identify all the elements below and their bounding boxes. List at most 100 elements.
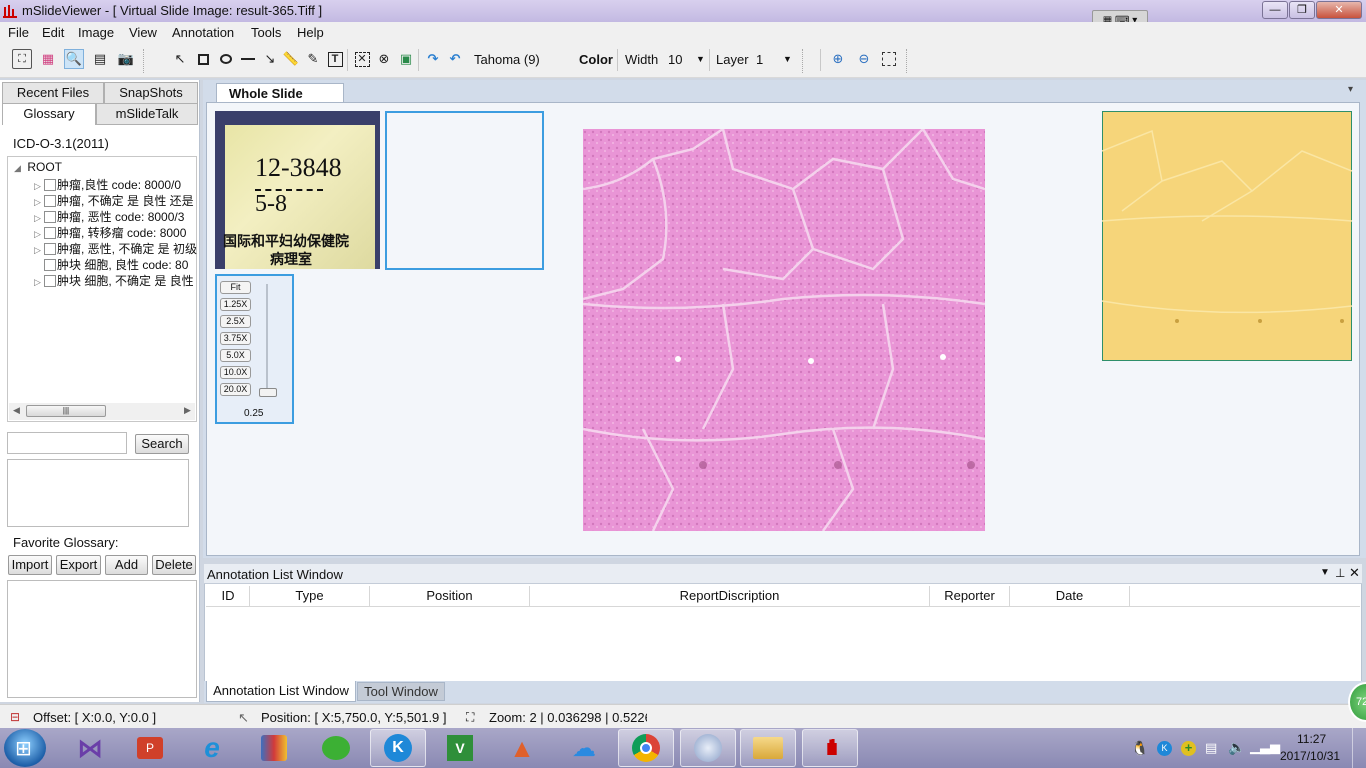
- zoom-1-25x-button[interactable]: 1.25X: [220, 298, 251, 311]
- clear-all-icon[interactable]: ⊗: [374, 49, 394, 69]
- tab-tool-window[interactable]: Tool Window: [357, 682, 445, 701]
- camera-icon[interactable]: 📷: [116, 49, 136, 69]
- delete-selection-icon[interactable]: ✕: [352, 49, 372, 69]
- menu-image[interactable]: Image: [78, 25, 114, 40]
- column-reporter[interactable]: Reporter: [930, 586, 1010, 606]
- tree-root[interactable]: ◢ ROOT: [14, 160, 200, 176]
- slide-tissue-image[interactable]: [583, 129, 985, 531]
- marquee-icon[interactable]: [879, 49, 899, 69]
- tree-hscrollbar[interactable]: ◀ ||| ▶: [9, 403, 195, 420]
- menu-tools[interactable]: Tools: [251, 25, 281, 40]
- column-date[interactable]: Date: [1010, 586, 1130, 606]
- zoom-out-icon[interactable]: ⊖: [854, 49, 874, 69]
- zoom-20x-button[interactable]: 20.0X: [220, 383, 251, 396]
- clock-time[interactable]: 11:27: [1297, 732, 1326, 746]
- pen-icon[interactable]: ✎: [303, 49, 323, 69]
- redo-icon[interactable]: ↷: [423, 49, 443, 69]
- taskbar-matlab-icon[interactable]: ▲: [494, 729, 550, 767]
- tray-plus-icon[interactable]: +: [1181, 741, 1196, 756]
- tree-item[interactable]: ▷ 肿瘤, 不确定 是 良性 还是: [34, 192, 220, 208]
- menu-file[interactable]: File: [8, 25, 29, 40]
- column-id[interactable]: ID: [207, 586, 250, 606]
- font-selector[interactable]: Tahoma (9): [474, 52, 540, 67]
- taskbar-explorer-icon[interactable]: [740, 729, 796, 767]
- taskbar-wechat-icon[interactable]: [308, 729, 364, 767]
- tray-qq-icon[interactable]: 🐧: [1131, 740, 1148, 757]
- clock-date[interactable]: 2017/10/31: [1280, 749, 1340, 763]
- zoom-2-5x-button[interactable]: 2.5X: [220, 315, 251, 328]
- column-type[interactable]: Type: [250, 586, 370, 606]
- scroll-left-icon[interactable]: ◀: [13, 405, 20, 416]
- tab-whole-slide-image[interactable]: Whole Slide Image: [216, 83, 344, 120]
- delete-button[interactable]: Delete: [152, 555, 196, 575]
- ellipse-icon[interactable]: [216, 49, 236, 69]
- menu-help[interactable]: Help: [297, 25, 324, 40]
- taskbar-archive-icon[interactable]: [246, 729, 302, 767]
- pointer-icon[interactable]: ↖: [170, 49, 190, 69]
- layer-dropdown-icon[interactable]: ▼: [783, 54, 792, 64]
- width-dropdown-icon[interactable]: ▼: [696, 54, 705, 64]
- close-panel-icon[interactable]: ✕: [1349, 565, 1360, 581]
- export-button[interactable]: Export: [56, 555, 101, 575]
- maximize-button[interactable]: ❐: [1289, 1, 1315, 19]
- zoom-slider-track[interactable]: [266, 284, 268, 396]
- width-value[interactable]: 10: [668, 52, 682, 67]
- show-desktop-button[interactable]: [1352, 728, 1366, 768]
- favorite-list[interactable]: [7, 580, 197, 698]
- fit-window-icon[interactable]: ⛶: [12, 49, 32, 69]
- taskbar-app-icon[interactable]: [680, 729, 736, 767]
- tab-annotation-list-window[interactable]: Annotation List Window: [206, 681, 356, 702]
- taskbar-mslideviewer-icon[interactable]: ıIlı: [802, 729, 858, 767]
- tab-glossary[interactable]: Glossary: [2, 103, 96, 125]
- taskbar-cloud-icon[interactable]: ☁: [556, 729, 612, 767]
- taskbar-visual-studio-icon[interactable]: ⋈: [62, 729, 118, 767]
- taskbar-ie-icon[interactable]: e: [184, 729, 240, 767]
- rectangle-icon[interactable]: [193, 49, 213, 69]
- tree-item[interactable]: ▷ 肿瘤,良性 code: 8000/0: [34, 176, 220, 192]
- tree-item[interactable]: 肿块 细胞, 良性 code: 80: [34, 256, 220, 272]
- taskbar-chrome-icon[interactable]: [618, 729, 674, 767]
- color-label[interactable]: Color: [579, 52, 613, 67]
- overview-panel[interactable]: [385, 111, 544, 270]
- tree-item[interactable]: ▷ 肿块 细胞, 不确定 是 良性: [34, 272, 220, 288]
- scroll-thumb[interactable]: |||: [26, 405, 106, 417]
- tree-item[interactable]: ▷ 肿瘤, 转移瘤 code: 8000: [34, 224, 220, 240]
- close-button[interactable]: ✕: [1316, 1, 1362, 19]
- slide-thumbnail[interactable]: [1102, 111, 1352, 361]
- tray-network-icon[interactable]: ▤: [1205, 740, 1217, 756]
- document-menu-icon[interactable]: ▾: [1348, 84, 1353, 95]
- region-select-icon[interactable]: ▣: [396, 49, 416, 69]
- zoom-in-icon[interactable]: ⊕: [828, 49, 848, 69]
- window-options-icon[interactable]: ▼: [1320, 567, 1330, 578]
- pin-icon[interactable]: ⊥: [1335, 566, 1345, 580]
- taskbar-presentation-icon[interactable]: P: [122, 729, 178, 767]
- column-report-description[interactable]: ReportDiscription: [530, 586, 930, 606]
- film-strip-icon[interactable]: ▤: [90, 49, 110, 69]
- menu-edit[interactable]: Edit: [42, 25, 64, 40]
- tree-item[interactable]: ▷ 肿瘤, 恶性, 不确定 是 初级: [34, 240, 220, 256]
- ruler-icon[interactable]: 📏: [281, 49, 301, 69]
- zoom-5x-button[interactable]: 5.0X: [220, 349, 251, 362]
- grid-view-icon[interactable]: ▦: [38, 49, 58, 69]
- magnifier-tool-icon[interactable]: 🔍: [64, 49, 84, 69]
- zoom-fit-button[interactable]: Fit: [220, 281, 251, 294]
- tray-signal-icon[interactable]: ▁▃▅: [1250, 739, 1280, 755]
- import-button[interactable]: Import: [8, 555, 52, 575]
- taskbar-vs-green-icon[interactable]: V: [432, 729, 488, 767]
- tab-recent-files[interactable]: Recent Files: [2, 82, 104, 104]
- glossary-search-input[interactable]: [7, 432, 127, 454]
- glossary-result-box[interactable]: [7, 459, 189, 527]
- arrow-icon[interactable]: ↘: [260, 49, 280, 69]
- zoom-10x-button[interactable]: 10.0X: [220, 366, 251, 379]
- layer-value[interactable]: 1: [756, 52, 763, 67]
- add-button[interactable]: Add: [105, 555, 148, 575]
- tree-item[interactable]: ▷ 肿瘤, 恶性 code: 8000/3: [34, 208, 220, 224]
- tab-snapshots[interactable]: SnapShots: [104, 82, 198, 104]
- tray-k-icon[interactable]: K: [1157, 741, 1172, 756]
- minimize-button[interactable]: —: [1262, 1, 1288, 19]
- zoom-slider-thumb[interactable]: [259, 388, 277, 397]
- tray-volume-icon[interactable]: 🔈: [1228, 739, 1245, 756]
- undo-icon[interactable]: ↶: [445, 49, 465, 69]
- line-icon[interactable]: [238, 49, 258, 69]
- column-position[interactable]: Position: [370, 586, 530, 606]
